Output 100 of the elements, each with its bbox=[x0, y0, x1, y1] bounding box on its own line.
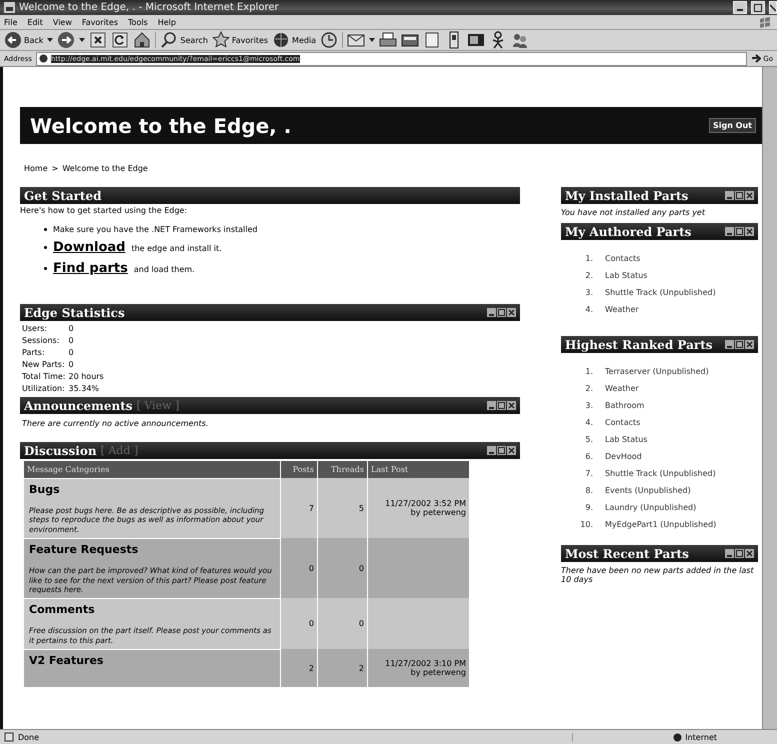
step-link[interactable]: Download bbox=[53, 240, 126, 255]
list-number: 6. bbox=[584, 452, 593, 461]
part-link[interactable]: Shuttle Track (Unpublished) bbox=[605, 288, 716, 297]
category-link[interactable]: Feature Requests bbox=[29, 543, 276, 556]
part-link[interactable]: Events (Unpublished) bbox=[605, 486, 691, 495]
sign-out-button[interactable]: Sign Out bbox=[708, 118, 756, 133]
list-number: 1. bbox=[584, 254, 593, 263]
last-post-author: by peterweng bbox=[410, 508, 466, 518]
close-button[interactable] bbox=[745, 549, 754, 558]
screen-icon bbox=[467, 31, 486, 49]
part-link[interactable]: MyEdgePart1 (Unpublished) bbox=[605, 520, 716, 529]
scrollbar[interactable] bbox=[762, 67, 777, 729]
bullet-icon bbox=[44, 246, 47, 249]
minimize-icon bbox=[727, 554, 732, 556]
list-number: 7. bbox=[584, 469, 593, 478]
minimize-button[interactable] bbox=[733, 1, 747, 14]
maximize-icon bbox=[498, 447, 505, 454]
step-text: the edge and install it. bbox=[131, 244, 222, 253]
breadcrumb-link[interactable]: Home bbox=[24, 164, 48, 173]
toolbar-button[interactable] bbox=[467, 31, 486, 49]
maximize-button[interactable] bbox=[497, 308, 506, 317]
toolbar-button[interactable]: Search bbox=[160, 31, 208, 49]
close-button[interactable] bbox=[507, 308, 516, 317]
maximize-button[interactable] bbox=[497, 401, 506, 410]
part-link[interactable]: Bathroom bbox=[605, 401, 644, 410]
section-title: Discussion bbox=[24, 444, 97, 458]
menu-item[interactable]: Help bbox=[158, 18, 176, 26]
list-number: 3. bbox=[584, 288, 593, 297]
list-number: 8. bbox=[584, 486, 593, 495]
toolbar-button[interactable]: Favorites bbox=[212, 31, 268, 49]
part-link[interactable]: Terraserver (Unpublished) bbox=[605, 367, 709, 376]
part-link[interactable]: Weather bbox=[605, 305, 639, 314]
page-title: Welcome to the Edge, . bbox=[30, 114, 292, 138]
toolbar-button[interactable] bbox=[89, 31, 108, 49]
toolbar-button[interactable] bbox=[133, 31, 152, 49]
maximize-button[interactable] bbox=[735, 191, 744, 200]
list-number: 5. bbox=[584, 435, 593, 444]
part-link[interactable]: DevHood bbox=[605, 452, 642, 461]
minimize-icon bbox=[727, 346, 732, 348]
maximize-button[interactable] bbox=[735, 340, 744, 349]
breadcrumb-link[interactable]: Welcome to the Edge bbox=[62, 164, 148, 173]
close-button[interactable] bbox=[745, 227, 754, 236]
toolbar-button[interactable] bbox=[379, 31, 398, 49]
close-button[interactable] bbox=[745, 340, 754, 349]
refresh-icon bbox=[111, 31, 130, 49]
minimize-button[interactable] bbox=[725, 340, 734, 349]
toolbar-button[interactable] bbox=[111, 31, 130, 49]
window-title: Welcome to the Edge, . - Microsoft Internet Explorer bbox=[19, 2, 280, 13]
part-link[interactable]: Contacts bbox=[605, 418, 640, 427]
menu-item[interactable]: View bbox=[52, 18, 72, 26]
stat-label: New Parts: bbox=[22, 360, 66, 369]
part-link[interactable]: Shuttle Track (Unpublished) bbox=[605, 469, 716, 478]
stat-value: 0 bbox=[68, 348, 75, 357]
minimize-button[interactable] bbox=[725, 191, 734, 200]
section-title: Edge Statistics bbox=[24, 306, 125, 320]
zone-text: Internet bbox=[685, 732, 717, 742]
last-post-date: 11/27/2002 3:52 PM bbox=[385, 499, 466, 508]
toolbar-button[interactable] bbox=[320, 31, 338, 49]
list-number: 4. bbox=[584, 305, 593, 314]
recent-message: There have been no new parts added in the last 10 days bbox=[561, 566, 755, 584]
minimize-button[interactable] bbox=[487, 446, 496, 455]
step-link[interactable]: Find parts bbox=[53, 261, 128, 276]
part-link[interactable]: Lab Status bbox=[605, 271, 648, 280]
minimize-button[interactable] bbox=[725, 227, 734, 236]
toolbar-button[interactable] bbox=[57, 31, 76, 49]
maximize-button[interactable] bbox=[497, 446, 506, 455]
minimize-button[interactable] bbox=[487, 401, 496, 410]
category-link[interactable]: Bugs bbox=[29, 483, 276, 496]
threads-count: 0 bbox=[358, 619, 364, 628]
toolbar-button[interactable]: Back bbox=[4, 31, 44, 49]
minimize-icon bbox=[737, 9, 743, 11]
category-link[interactable]: V2 Features bbox=[29, 654, 276, 667]
maximize-icon bbox=[736, 192, 743, 199]
part-link[interactable]: Laundry (Unpublished) bbox=[605, 503, 696, 512]
part-link[interactable]: Weather bbox=[605, 384, 639, 393]
minimize-button[interactable] bbox=[725, 549, 734, 558]
caret-icon[interactable] bbox=[369, 38, 376, 42]
maximize-button[interactable] bbox=[735, 549, 744, 558]
toolbar-button[interactable]: Media bbox=[272, 31, 316, 49]
close-button[interactable] bbox=[507, 446, 516, 455]
minimize-button[interactable] bbox=[487, 308, 496, 317]
menu-item[interactable]: Tools bbox=[128, 18, 148, 26]
section-title: My Authored Parts bbox=[565, 224, 692, 238]
close-icon bbox=[746, 341, 753, 348]
caret-icon[interactable] bbox=[47, 38, 54, 42]
maximize-button[interactable] bbox=[735, 227, 744, 236]
menu-item[interactable]: Favorites bbox=[82, 18, 118, 26]
close-button[interactable] bbox=[507, 401, 516, 410]
flag-icon bbox=[759, 16, 771, 28]
close-button[interactable] bbox=[745, 191, 754, 200]
stat-value: 0 bbox=[68, 336, 75, 345]
caret-icon[interactable] bbox=[79, 38, 86, 42]
stat-label: Parts: bbox=[22, 348, 46, 357]
menu-item[interactable]: File bbox=[4, 18, 18, 26]
threads-count: 2 bbox=[358, 664, 364, 672]
part-link[interactable]: Lab Status bbox=[605, 435, 648, 444]
category-link[interactable]: Comments bbox=[29, 603, 276, 616]
last-post-date: 11/27/2002 3:10 PM bbox=[385, 659, 466, 668]
part-link[interactable]: Contacts bbox=[605, 254, 640, 263]
menu-item[interactable]: Edit bbox=[27, 18, 43, 26]
